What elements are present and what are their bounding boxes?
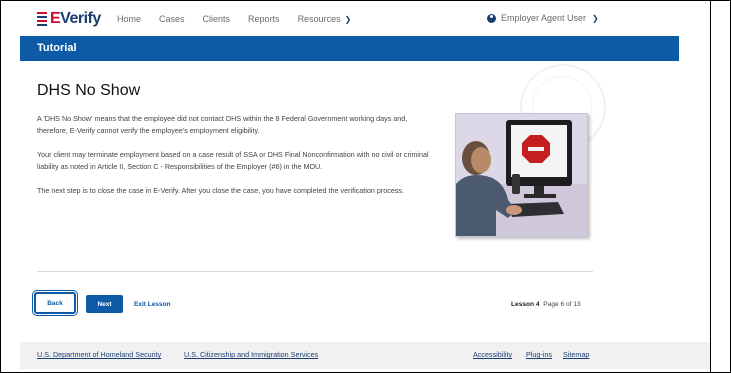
footer-link-plugins[interactable]: Plug-ins [526, 350, 552, 359]
illustration-user-at-computer [455, 113, 588, 237]
top-navigation: EVerify Home Cases Clients Reports Resou… [0, 0, 710, 38]
footer-link-uscis[interactable]: U.S. Citizenship and Immigration Service… [184, 350, 318, 359]
page-title: DHS No Show [37, 82, 141, 99]
right-edge-line [710, 0, 711, 373]
chevron-down-icon: ❯ [592, 13, 599, 23]
paragraph-definition: A 'DHS No Show' means that the employee … [37, 114, 408, 135]
footer-link-sitemap[interactable]: Sitemap [563, 350, 589, 359]
footer-link-accessibility[interactable]: Accessibility [473, 350, 512, 359]
user-menu[interactable]: Employer Agent User ❯ [487, 13, 599, 23]
nav-clients[interactable]: Clients [203, 14, 231, 24]
footer-link-dhs[interactable]: U.S. Department of Homeland Security [37, 350, 161, 359]
paragraph-termination: Your client may terminate employment bas… [37, 150, 429, 171]
content-divider [37, 271, 593, 272]
page-counter: Page 6 of 13 [543, 301, 581, 308]
paragraph-next-step: The next step is to close the case in E-… [37, 186, 405, 195]
next-button[interactable]: Next [86, 295, 123, 313]
main-nav: Home Cases Clients Reports Resources ❯ [117, 14, 387, 24]
nav-home[interactable]: Home [117, 14, 141, 24]
nav-resources[interactable]: Resources ❯ [298, 14, 370, 24]
back-button[interactable]: Back [34, 292, 76, 314]
user-name: Employer Agent User [501, 13, 587, 23]
nav-cases[interactable]: Cases [159, 14, 185, 24]
everify-logo[interactable]: EVerify [37, 10, 101, 28]
lesson-progress: Lesson 4 Page 6 of 13 [511, 301, 581, 308]
illustration-svg [456, 114, 587, 236]
banner-title: Tutorial [37, 42, 77, 54]
chevron-down-icon: ❯ [344, 15, 352, 24]
logo-wordmark: EVerify [50, 10, 101, 27]
exit-lesson-link[interactable]: Exit Lesson [134, 295, 170, 313]
flag-icon [37, 12, 47, 26]
lesson-number: Lesson 4 [511, 301, 540, 308]
nav-resources-label: Resources [297, 14, 341, 24]
user-account-icon [487, 13, 496, 23]
nav-reports[interactable]: Reports [248, 14, 280, 24]
tutorial-banner: Tutorial [20, 36, 679, 61]
